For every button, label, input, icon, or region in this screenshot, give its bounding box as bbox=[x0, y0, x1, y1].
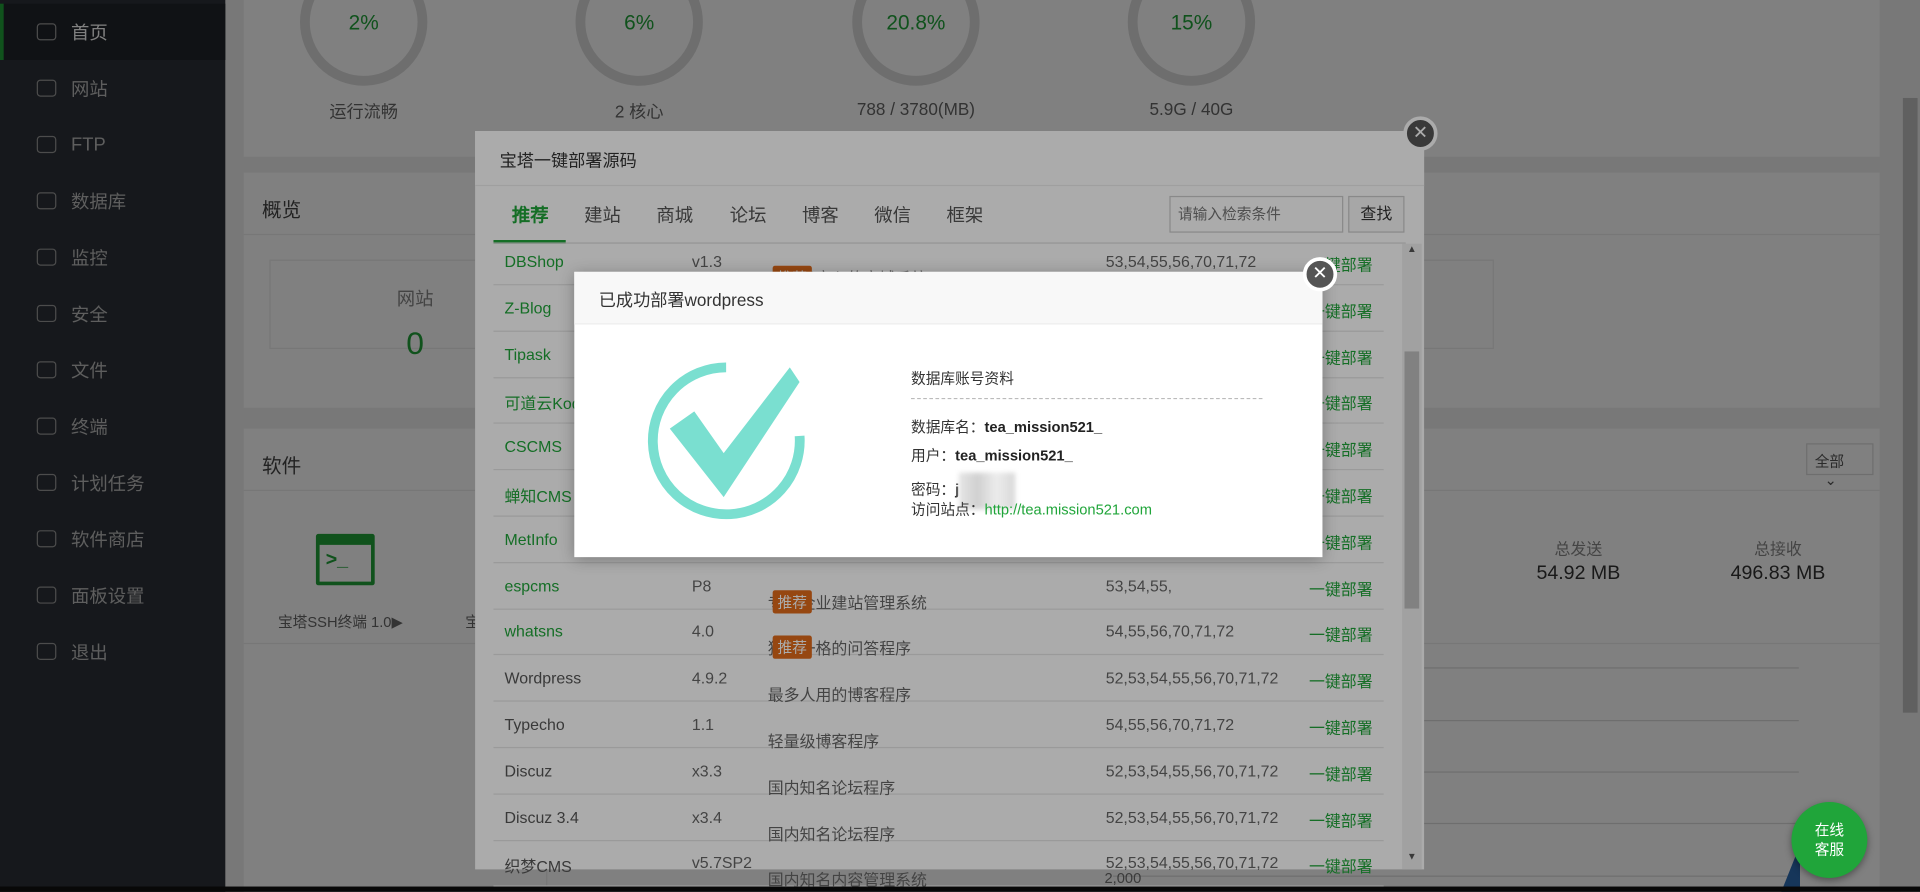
db-user-row: 用户：tea_mission521_ bbox=[911, 444, 1073, 465]
close-icon: ✕ bbox=[1312, 263, 1328, 285]
support-line2: 客服 bbox=[1814, 841, 1845, 859]
db-name-value: tea_mission521_ bbox=[984, 418, 1103, 436]
online-support-button[interactable]: 在线 客服 bbox=[1791, 802, 1868, 878]
site-url-row: 访问站点：http://tea.mission521.com bbox=[911, 498, 1152, 519]
support-line1: 在线 bbox=[1814, 821, 1845, 839]
db-name-label: 数据库名： bbox=[911, 418, 985, 436]
close-success-modal-button[interactable]: ✕ bbox=[1302, 257, 1338, 292]
success-modal: 已成功部署wordpress 数据库账号资料 数据库名：tea_mission5… bbox=[574, 271, 1323, 558]
modal-title: 已成功部署wordpress bbox=[598, 290, 764, 310]
site-url-label: 访问站点： bbox=[911, 500, 985, 518]
dashed-divider bbox=[911, 397, 1263, 400]
modal-header: 已成功部署wordpress bbox=[574, 271, 1323, 325]
chart-axis-label: 2,000 bbox=[1104, 869, 1142, 887]
section-title: 数据库账号资料 bbox=[911, 369, 1014, 387]
site-url-link[interactable]: http://tea.mission521.com bbox=[985, 501, 1152, 518]
db-user-value: tea_mission521_ bbox=[955, 446, 1073, 465]
db-password-label: 密码： bbox=[911, 481, 956, 499]
db-name-row: 数据库名：tea_mission521_ bbox=[911, 416, 1102, 437]
success-check-icon bbox=[647, 362, 805, 520]
db-user-label: 用户： bbox=[911, 446, 956, 465]
bt-panel: 首页 网站 FTP 数据库 监控 安全 文件 终端 计划任务 软件商店 面板设置 退出 2% 运行流畅 6… bbox=[0, 0, 1920, 892]
